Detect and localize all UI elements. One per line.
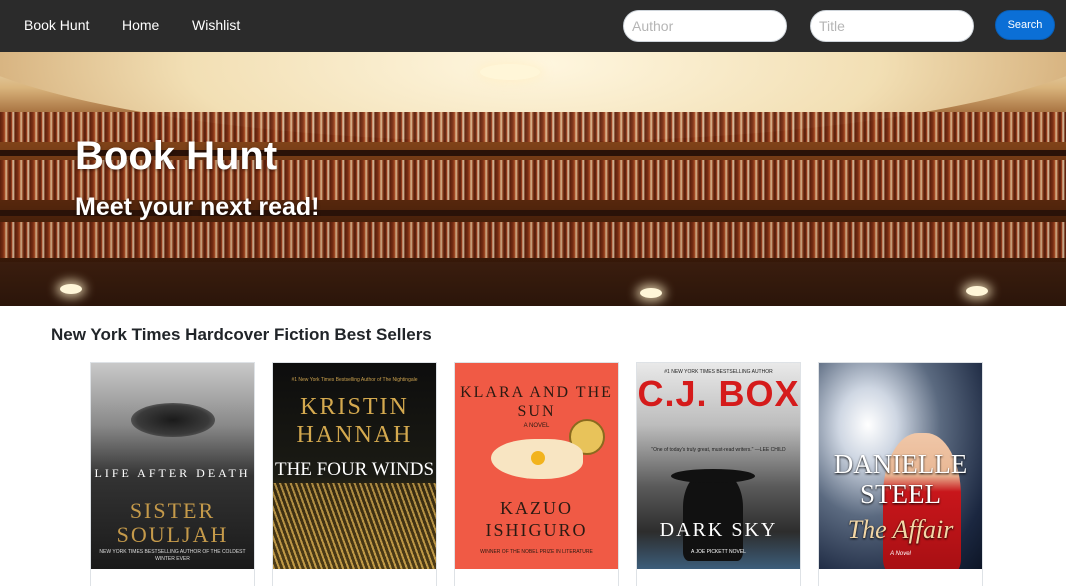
sun-icon (531, 451, 545, 465)
author-search-input[interactable] (623, 10, 787, 42)
bookshelf-row (0, 222, 1066, 258)
cover-author: SISTER SOULJAH (116, 498, 229, 547)
cover-quote: "One of today's truly great, must-read w… (651, 447, 786, 453)
cover-author: KAZUO ISHIGURO (485, 498, 588, 540)
book-cover-image[interactable]: #1 NEW YORK TIMES BESTSELLING AUTHOR C.J… (637, 363, 800, 569)
lamp-light (60, 284, 82, 294)
cover-subtitle: A JOE PICKETT NOVEL (691, 549, 746, 555)
cover-title: THE FOUR WINDS (274, 459, 435, 480)
lamp-light (640, 288, 662, 298)
nav-home-link[interactable]: Home (122, 17, 159, 33)
section-title: New York Times Hardcover Fiction Best Se… (51, 325, 432, 344)
book-card[interactable]: #1 NEW YORK TIMES BESTSELLING AUTHOR C.J… (636, 362, 801, 586)
wheat-illustration (273, 483, 436, 569)
cover-author: KRISTIN HANNAH (296, 394, 413, 448)
hero-banner: Book Hunt Meet your next read! (0, 52, 1066, 306)
cover-tagline: NEW YORK TIMES BESTSELLING AUTHOR OF THE… (99, 549, 246, 562)
cowboy-hat-silhouette (671, 469, 755, 483)
cover-tagline: #1 New York Times Bestselling Author of … (291, 377, 418, 383)
cowboy-silhouette (683, 471, 743, 561)
hero-subtitle: Meet your next read! (75, 193, 320, 221)
brand-link[interactable]: Book Hunt (24, 17, 89, 33)
cover-author: DANIELLE STEEL (833, 449, 968, 509)
lips-illustration (131, 403, 215, 437)
book-card[interactable]: LIFE AFTER DEATH SISTER SOULJAH NEW YORK… (90, 362, 255, 586)
cover-subtitle: A Novel (890, 551, 911, 557)
cover-title: KLARA AND THE SUN (460, 384, 613, 420)
book-cover-image[interactable]: DANIELLE STEEL The Affair A Novel (819, 363, 982, 569)
book-cover-image[interactable]: KLARA AND THE SUN A NOVEL KAZUO ISHIGURO… (455, 363, 618, 569)
search-button[interactable]: Search (995, 10, 1055, 40)
nav-wishlist-link[interactable]: Wishlist (192, 17, 240, 33)
hero-title: Book Hunt (75, 134, 278, 178)
library-floor (0, 262, 1066, 306)
cover-title: The Affair (847, 515, 954, 544)
navbar: Book Hunt Home Wishlist Search (0, 0, 1066, 52)
book-card[interactable]: KLARA AND THE SUN A NOVEL KAZUO ISHIGURO… (454, 362, 619, 586)
chandelier-light (480, 64, 540, 80)
cover-author: C.J. BOX (637, 373, 800, 414)
cover-tagline: WINNER OF THE NOBEL PRIZE IN LITERATURE (480, 549, 593, 555)
book-card[interactable]: #1 New York Times Bestselling Author of … (272, 362, 437, 586)
cover-title: DARK SKY (659, 519, 778, 541)
book-cover-image[interactable]: #1 New York Times Bestselling Author of … (273, 363, 436, 569)
lamp-light (966, 286, 988, 296)
title-search-input[interactable] (810, 10, 974, 42)
book-cover-image[interactable]: LIFE AFTER DEATH SISTER SOULJAH NEW YORK… (91, 363, 254, 569)
book-card[interactable]: DANIELLE STEEL The Affair A Novel (818, 362, 983, 586)
cover-subtitle: LIFE AFTER DEATH (94, 466, 251, 480)
